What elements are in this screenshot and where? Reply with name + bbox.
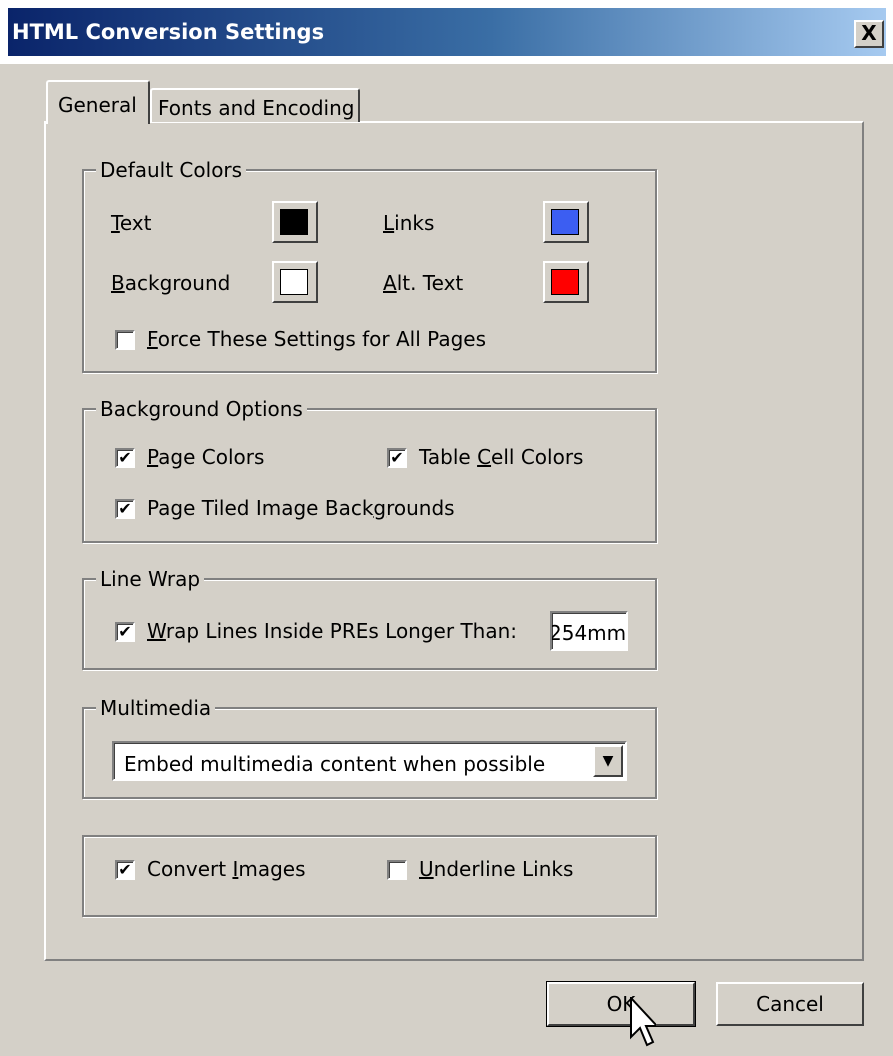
tab-general-label: General [58,93,137,117]
wrap-length-input[interactable]: 254mm [550,611,628,651]
alt-text-color-swatch[interactable] [543,261,589,303]
background-color-label: Background [111,271,230,295]
title-bar: HTML Conversion Settings X [0,0,893,64]
table-cell-colors-checkbox[interactable]: ✔ [387,448,407,468]
underline-links-label-rest: nderline Links [433,857,574,881]
alt-text-color-label-rest: lt. Text [396,271,464,295]
close-button[interactable]: X [854,20,884,48]
wrap-lines-label[interactable]: Wrap Lines Inside PREs Longer Than: [147,619,517,643]
tiled-image-backgrounds-label-pre: Page Tiled Image Back [147,496,374,520]
text-color-fill [280,209,308,235]
underline-links-checkbox[interactable] [387,860,407,880]
background-options-group [82,408,657,543]
links-color-label: Links [383,211,434,235]
text-color-label: Text [111,211,151,235]
convert-images-label-rest: mages [238,857,306,881]
tiled-image-backgrounds-label-accel: g [373,496,387,520]
links-color-label-accel: L [383,211,395,235]
force-settings-checkbox[interactable] [115,330,135,350]
wrap-lines-checkbox[interactable]: ✔ [115,622,135,642]
alt-text-color-fill [551,269,579,295]
background-options-legend: Background Options [96,397,307,421]
tab-general[interactable]: General [46,80,150,124]
wrap-lines-label-rest: rap Lines Inside PREs Longer Than: [165,619,518,643]
tiled-image-backgrounds-checkbox[interactable]: ✔ [115,499,135,519]
force-settings-label[interactable]: Force These Settings for All Pages [147,327,486,351]
underline-links-label-accel: U [419,857,434,881]
default-colors-legend: Default Colors [96,158,247,182]
background-color-fill [280,269,308,295]
window-title: HTML Conversion Settings [12,20,325,44]
multimedia-dropdown-value: Embed multimedia content when possible [124,752,546,776]
mouse-pointer-icon [630,997,656,1047]
page-colors-label[interactable]: Page Colors [147,445,264,469]
page-colors-label-rest: age Colors [158,445,265,469]
page-colors-label-accel: P [147,445,159,469]
cancel-button[interactable]: Cancel [716,982,864,1026]
ok-button[interactable]: OK [546,981,696,1027]
convert-images-label-pre: Convert [147,857,233,881]
links-color-label-rest: inks [394,211,435,235]
links-color-swatch[interactable] [543,201,589,243]
background-color-label-accel: B [111,271,125,295]
alt-text-color-label: Alt. Text [383,271,463,295]
text-color-swatch[interactable] [272,201,318,243]
tiled-image-backgrounds-label[interactable]: Page Tiled Image Backgrounds [147,496,455,520]
line-wrap-legend: Line Wrap [96,567,205,591]
convert-images-checkbox[interactable]: ✔ [115,860,135,880]
tab-fonts-and-encoding[interactable]: Fonts and Encoding [150,88,360,122]
multimedia-legend: Multimedia [96,696,216,720]
underline-links-label[interactable]: Underline Links [419,857,573,881]
alt-text-color-label-accel: A [383,271,397,295]
table-cell-colors-label-rest: ell Colors [491,445,584,469]
background-color-swatch[interactable] [272,261,318,303]
tiled-image-backgrounds-label-rest: rounds [386,496,455,520]
multimedia-dropdown[interactable]: Embed multimedia content when possible ▼ [112,741,627,781]
text-color-label-rest: ext [119,211,152,235]
force-settings-label-rest: orce These Settings for All Pages [157,327,486,351]
tab-fonts-and-encoding-label: Fonts and Encoding [158,96,355,120]
convert-images-label[interactable]: Convert Images [147,857,306,881]
background-color-label-rest: ackground [124,271,231,295]
text-color-label-accel: T [111,211,120,235]
page-colors-checkbox[interactable]: ✔ [115,448,135,468]
table-cell-colors-label-accel: C [477,445,492,469]
table-cell-colors-label-pre: Table [419,445,478,469]
table-cell-colors-label[interactable]: Table Cell Colors [419,445,583,469]
force-settings-label-accel: F [147,327,158,351]
chevron-down-icon[interactable]: ▼ [593,745,623,777]
wrap-lines-label-accel: W [147,619,166,643]
links-color-fill [551,209,579,235]
